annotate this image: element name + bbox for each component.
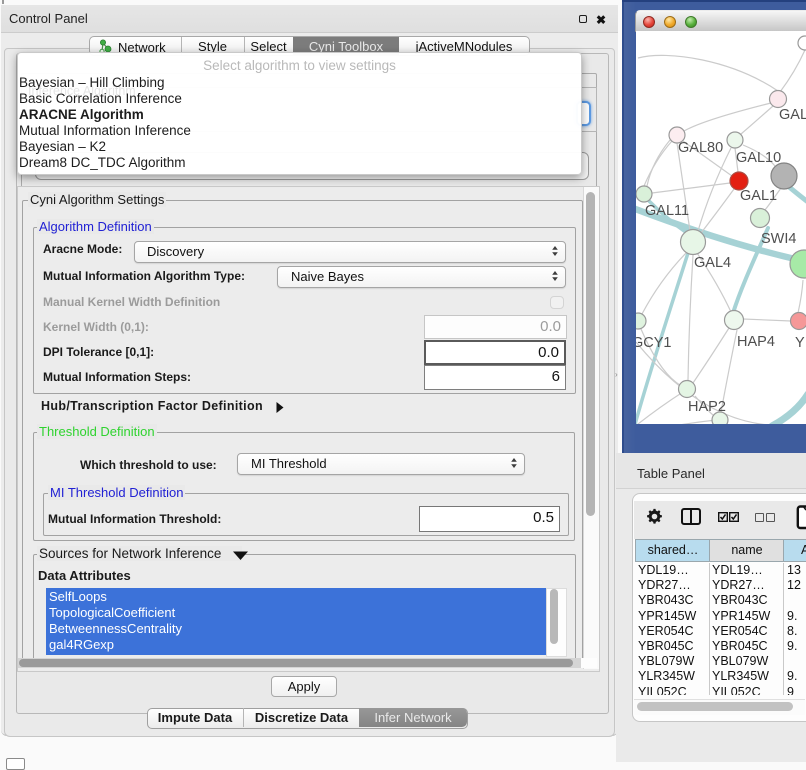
- svg-text:GAL80: GAL80: [678, 140, 723, 156]
- svg-text:SWI4: SWI4: [761, 231, 796, 247]
- svg-text:GAL4: GAL4: [694, 255, 731, 271]
- svg-text:GAL1: GAL1: [740, 188, 777, 204]
- svg-text:GAL7: GAL7: [779, 107, 806, 123]
- svg-text:HAP4: HAP4: [737, 334, 775, 350]
- svg-text:GAL10: GAL10: [736, 150, 781, 166]
- svg-text:GCY1: GCY1: [636, 335, 672, 351]
- svg-text:HAP2: HAP2: [688, 399, 726, 415]
- svg-text:GAL11: GAL11: [645, 203, 689, 219]
- svg-text:Y: Y: [795, 335, 805, 351]
